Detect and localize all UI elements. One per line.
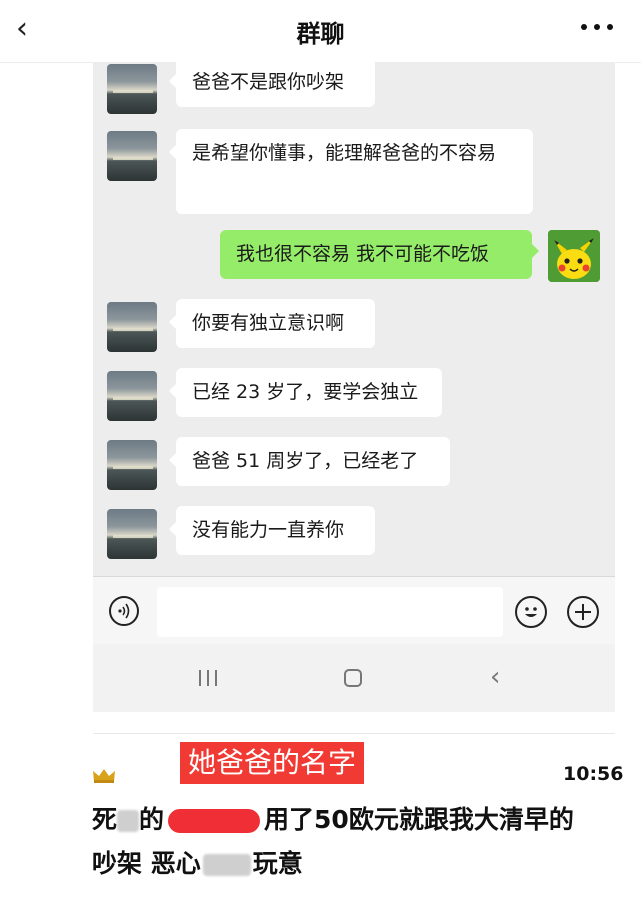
dot	[581, 24, 587, 30]
bar	[199, 670, 201, 686]
voice-waves-glyph	[118, 603, 130, 619]
page-title: 群聊	[296, 20, 345, 48]
mosaic-redaction	[117, 810, 140, 832]
name-annotation-tag: 她爸爸的名字	[180, 742, 365, 784]
input-bar	[93, 576, 615, 645]
sender-avatar[interactable]	[107, 371, 157, 421]
message-bubble[interactable]: 爸爸 51 周岁了，已经老了	[169, 437, 450, 486]
sender-avatar[interactable]	[107, 131, 157, 181]
message-input[interactable]	[157, 587, 503, 637]
message-bubble[interactable]: 你要有独立意识啊	[169, 299, 375, 348]
comment-text: 用了50欧元就跟我大清早的	[264, 805, 574, 834]
sender-avatar[interactable]	[107, 440, 157, 490]
plus-glyph	[575, 604, 591, 620]
more-dots-icon[interactable]	[581, 24, 613, 32]
message-bubble[interactable]: 爸爸不是跟你吵架	[169, 62, 375, 107]
dot	[607, 24, 613, 30]
comment-text-line-2: 吵架 恶心 玩意	[92, 844, 303, 880]
plus-icon[interactable]	[567, 596, 599, 628]
bar	[207, 670, 209, 686]
bar	[215, 670, 217, 686]
recent-apps-icon[interactable]	[197, 670, 219, 686]
system-nav-bar: ‹	[93, 644, 615, 712]
sender-avatar[interactable]	[107, 64, 157, 114]
sender-avatar[interactable]	[107, 509, 157, 559]
comment-time: 10:56	[563, 763, 624, 785]
message-bubble[interactable]: 已经 23 岁了，要学会独立	[169, 368, 442, 417]
comment-text: 玩意	[252, 849, 303, 878]
red-redaction	[168, 809, 261, 833]
dot	[594, 24, 600, 30]
comment-text: 死	[92, 805, 118, 834]
crown-glyph	[93, 769, 115, 783]
home-icon[interactable]	[344, 669, 362, 687]
voice-icon[interactable]	[109, 596, 139, 626]
sender-avatar[interactable]	[107, 302, 157, 352]
comment-text: 的	[139, 805, 165, 834]
comment-text-line-1: 死的 用了50欧元就跟我大清早的	[92, 800, 574, 836]
mosaic-redaction	[202, 854, 251, 876]
smile-glyph	[525, 607, 537, 617]
message-bubble[interactable]: 我也很不容易 我不可能不吃饭	[220, 230, 539, 279]
chat-area[interactable]: 爸爸不是跟你吵架 是希望你懂事，能理解爸爸的不容易 我也很不容易 我不可能不吃饭	[93, 62, 615, 576]
emoji-icon[interactable]	[515, 596, 547, 628]
message-bubble[interactable]: 没有能力一直养你	[169, 506, 375, 555]
pikachu-icon	[548, 230, 600, 282]
divider	[93, 733, 615, 734]
top-bar: ‹ 群聊	[0, 0, 641, 63]
self-avatar[interactable]	[548, 230, 600, 282]
comment-text: 吵架 恶心	[92, 849, 201, 878]
crown-icon	[92, 767, 116, 783]
back-icon[interactable]: ‹	[490, 664, 510, 692]
message-bubble[interactable]: 是希望你懂事，能理解爸爸的不容易	[169, 129, 533, 214]
